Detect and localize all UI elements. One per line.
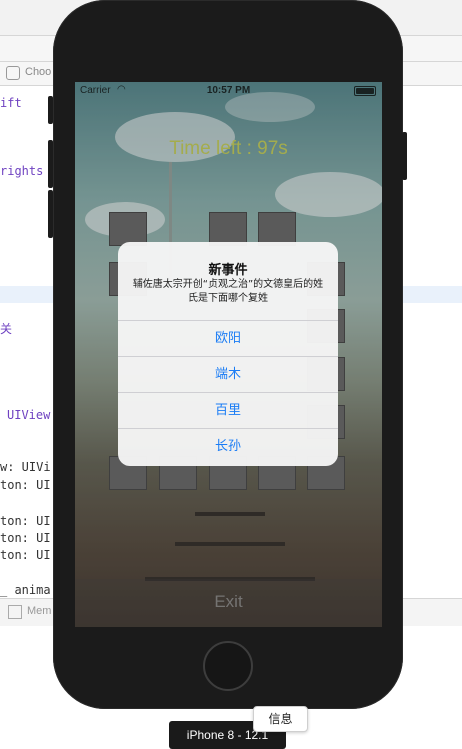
alert-option-baili[interactable]: 百里 bbox=[118, 392, 338, 428]
alert-message: 辅佐唐太宗开创“贞观之治”的文德皇后的姓氏是下面哪个复姓 bbox=[132, 279, 324, 304]
alert-option-zhangsun[interactable]: 长孙 bbox=[118, 428, 338, 464]
memory-label[interactable]: Mem bbox=[27, 605, 51, 617]
code-line: 关 bbox=[0, 322, 13, 336]
code-line: rights bbox=[0, 164, 44, 178]
file-icon bbox=[6, 66, 20, 80]
mute-switch bbox=[48, 96, 53, 124]
alert-title: 新事件 bbox=[208, 263, 248, 278]
alert-option-duanmu[interactable]: 端木 bbox=[118, 356, 338, 392]
power-button bbox=[402, 132, 407, 180]
alert-option-ouyang[interactable]: 欧阳 bbox=[118, 320, 338, 356]
memory-icon bbox=[8, 605, 22, 619]
home-button[interactable] bbox=[203, 641, 253, 691]
volume-up-button bbox=[48, 140, 53, 188]
code-line: ton: UI bbox=[0, 531, 51, 545]
code-line: UIView bbox=[7, 408, 51, 422]
code-line: w: UIVi bbox=[0, 460, 51, 474]
code-line: _ anima bbox=[0, 583, 51, 597]
code-line: ift bbox=[0, 96, 22, 110]
code-line: ton: UI bbox=[0, 478, 51, 492]
breadcrumb-file[interactable]: Choo bbox=[25, 66, 51, 78]
volume-down-button bbox=[48, 190, 53, 238]
alert-dialog: 新事件 辅佐唐太宗开创“贞观之治”的文德皇后的姓氏是下面哪个复姓 欧阳 端木 百… bbox=[118, 242, 338, 466]
code-line: ton: UI bbox=[0, 548, 51, 562]
simulator-screen: Carrier ◠ 10:57 PM Time left : 97s Exit … bbox=[75, 82, 382, 627]
code-line: ton: UI bbox=[0, 514, 51, 528]
tooltip: 信息 bbox=[253, 706, 308, 732]
